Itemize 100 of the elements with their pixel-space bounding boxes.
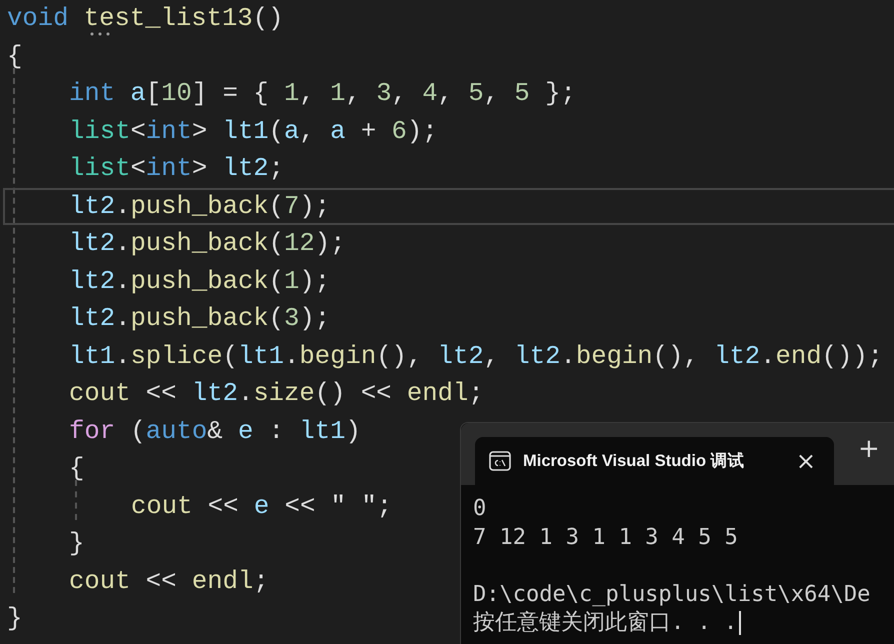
text-cursor <box>739 611 741 636</box>
code-token: . <box>115 230 130 258</box>
code-token: < <box>130 155 146 182</box>
code-token: , <box>484 80 500 108</box>
code-token: 7 <box>284 192 300 220</box>
close-tab-button[interactable]: × <box>792 447 820 475</box>
code-token: . <box>560 342 576 370</box>
code-token: << <box>284 492 316 520</box>
code-token: ; <box>253 568 269 595</box>
code-token: 12 <box>284 230 315 258</box>
code-token: ; <box>376 492 392 520</box>
code-token: ( <box>268 230 284 258</box>
console-icon <box>489 451 511 471</box>
code-token: a <box>129 80 146 108</box>
code-token: int <box>69 80 116 108</box>
code-token: > <box>192 155 208 182</box>
code-token: ); <box>406 118 438 145</box>
code-token: ); <box>299 192 330 220</box>
code-token: < <box>130 118 146 145</box>
code-token: } <box>69 530 84 558</box>
code-token: 3 <box>376 80 392 108</box>
code-token: }; <box>544 80 576 108</box>
code-token: auto <box>146 418 208 445</box>
code-token: list <box>69 155 130 182</box>
code-token: begin <box>576 342 653 370</box>
code-token: push_back <box>130 305 269 332</box>
code-token: lt2 <box>714 342 760 370</box>
code-token: lt2 <box>69 268 116 295</box>
code-token: + <box>360 118 378 145</box>
code-token: ; <box>468 380 484 408</box>
code-token: , <box>345 80 362 108</box>
code-token: push_back <box>130 230 269 258</box>
code-token: . <box>115 305 130 332</box>
code-token: ( <box>129 418 146 445</box>
code-token: lt2 <box>69 230 116 258</box>
code-token: for <box>69 418 116 445</box>
code-token: ( <box>268 305 284 332</box>
code-token: } <box>7 605 22 632</box>
code-token: splice <box>130 342 223 370</box>
code-token: { <box>69 455 84 482</box>
terminal-tab-title: Microsoft Visual Studio 调试 <box>523 451 746 472</box>
code-token: lt1 <box>69 342 116 370</box>
code-token: & <box>207 418 224 445</box>
code-token: . <box>760 342 776 370</box>
code-token: size <box>253 380 315 408</box>
code-token: : <box>268 418 286 445</box>
code-token: . <box>238 380 254 408</box>
code-token: push_back <box>130 268 269 295</box>
code-token: 3 <box>284 305 300 332</box>
console-output-line: D:\code\c_plusplus\list\x64\De <box>473 580 870 608</box>
code-token: cout <box>131 492 192 520</box>
code-token: ()); <box>822 342 884 370</box>
code-token: 1 <box>330 80 346 108</box>
code-token: " " <box>330 492 377 520</box>
code-token: ( <box>222 342 238 370</box>
code-token: . <box>115 192 130 220</box>
code-token: lt2 <box>514 342 560 370</box>
code-token: (), <box>376 342 424 370</box>
code-token: ( <box>268 268 284 295</box>
code-token: lt2 <box>222 155 269 182</box>
code-token: 5 <box>468 80 484 108</box>
code-token: , <box>392 80 408 108</box>
code-token: 5 <box>514 80 530 108</box>
code-token: . <box>115 342 130 370</box>
code-token: () << <box>314 380 393 408</box>
code-token: lt2 <box>438 342 484 370</box>
code-token: << <box>144 568 178 595</box>
code-token: 1 <box>284 268 300 295</box>
code-token: ); <box>314 230 346 258</box>
console-output-line: 0 <box>473 495 486 523</box>
code-token: e <box>254 492 270 520</box>
terminal-tab[interactable]: Microsoft Visual Studio 调试 × <box>475 437 834 485</box>
code-token: a <box>284 118 300 145</box>
code-token: , <box>299 80 316 108</box>
code-token: cout <box>69 568 130 595</box>
console-output-line: 按任意键关闭此窗口. . . <box>473 609 738 637</box>
code-token: list <box>69 118 130 145</box>
code-token: . <box>284 342 300 370</box>
code-token: () <box>252 5 284 32</box>
code-token: ] = { <box>192 80 270 108</box>
code-token: [ <box>146 80 162 108</box>
code-token: test_list13 <box>82 5 253 32</box>
code-token: << <box>206 492 240 520</box>
suggestion-dots-icon <box>89 32 111 36</box>
code-token: ) <box>345 418 361 445</box>
code-token: begin <box>299 342 376 370</box>
code-token: 6 <box>392 118 407 145</box>
code-token: , <box>299 118 316 145</box>
code-token: endl <box>192 568 254 595</box>
console-output-line: 7 12 1 3 1 1 3 4 5 5 <box>473 524 738 552</box>
code-token: lt2 <box>192 380 238 408</box>
code-token: , <box>484 342 500 370</box>
new-tab-button[interactable]: + <box>852 434 886 474</box>
code-token: 10 <box>161 80 192 108</box>
code-token: a <box>330 118 346 145</box>
code-token: ; <box>268 155 284 182</box>
code-token: 1 <box>284 80 300 108</box>
code-token: ); <box>299 305 330 332</box>
code-token: int <box>146 118 192 145</box>
code-token: { <box>7 42 22 70</box>
